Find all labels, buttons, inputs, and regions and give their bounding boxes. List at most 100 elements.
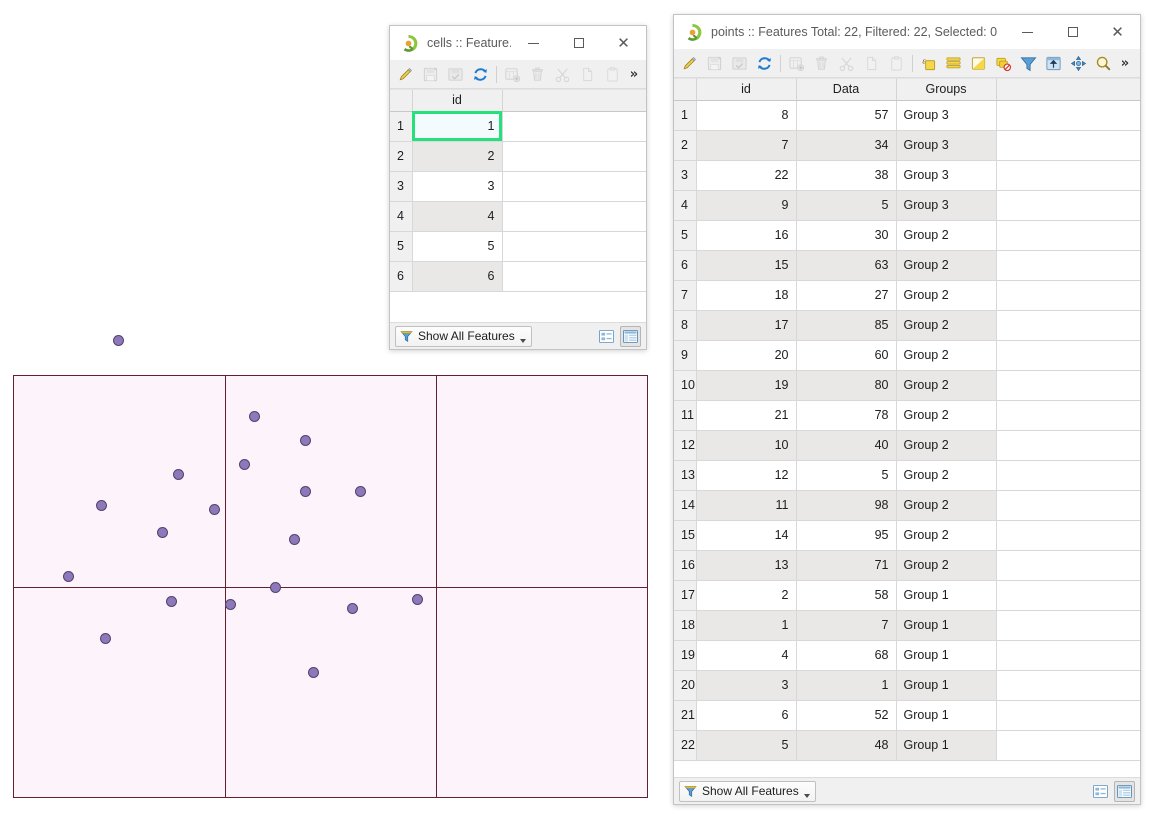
cell-id[interactable]: 4 <box>412 201 503 232</box>
map-point[interactable] <box>269 581 281 593</box>
table-view-icon[interactable] <box>1114 780 1135 802</box>
maximize-icon[interactable] <box>1050 15 1095 49</box>
map-point[interactable] <box>299 434 311 446</box>
map-point[interactable] <box>411 593 423 605</box>
cell-data[interactable]: 78 <box>796 400 897 431</box>
cell-id[interactable]: 2 <box>412 141 503 172</box>
delete-selected-icon[interactable] <box>525 62 550 87</box>
cell-data[interactable]: 7 <box>796 610 897 641</box>
cut-features-icon[interactable] <box>834 51 859 76</box>
cell-id[interactable]: 13 <box>696 550 797 581</box>
map-point[interactable] <box>354 485 366 497</box>
row-number[interactable]: 6 <box>390 261 413 292</box>
cell-groups[interactable]: Group 2 <box>896 220 997 251</box>
move-selection-to-top-icon[interactable] <box>1041 51 1066 76</box>
cell-id[interactable]: 3 <box>412 171 503 202</box>
map-point[interactable] <box>238 458 250 470</box>
table-row[interactable]: 5 16 30 Group 2 <box>674 220 1140 251</box>
reload-table-icon[interactable] <box>468 62 493 87</box>
row-number[interactable]: 18 <box>674 610 697 641</box>
deselect-all-icon[interactable] <box>991 51 1016 76</box>
cell-id[interactable]: 20 <box>696 340 797 371</box>
form-view-icon[interactable] <box>1090 781 1111 802</box>
save-edits-icon[interactable] <box>702 51 727 76</box>
row-number[interactable]: 5 <box>390 231 413 262</box>
row-number[interactable]: 22 <box>674 730 697 761</box>
table-row[interactable]: 22 <box>390 141 646 172</box>
cell-data[interactable]: 1 <box>796 670 897 701</box>
points-window-titlebar[interactable]: points :: Features Total: 22, Filtered: … <box>674 15 1140 49</box>
cells-toolbar[interactable]: » <box>390 60 646 89</box>
cell-data[interactable]: 98 <box>796 490 897 521</box>
map-point[interactable] <box>224 598 236 610</box>
table-row[interactable]: 19 4 68 Group 1 <box>674 640 1140 671</box>
table-row[interactable]: 11 <box>390 111 646 142</box>
grid-cell[interactable] <box>13 375 226 588</box>
points-table-container[interactable]: id Data Groups 1 8 57 Group 3 2 7 34 Group 3 3 22… <box>674 78 1140 777</box>
row-number[interactable]: 13 <box>674 460 697 491</box>
cell-id[interactable]: 15 <box>696 250 797 281</box>
save-layer-edits-icon[interactable] <box>443 62 468 87</box>
row-number[interactable]: 11 <box>674 400 697 431</box>
map-point[interactable] <box>165 595 177 607</box>
cell-data[interactable]: 68 <box>796 640 897 671</box>
grid-cell[interactable] <box>225 375 437 588</box>
column-header-id[interactable]: id <box>412 90 503 112</box>
cell-id[interactable]: 7 <box>696 130 797 161</box>
cell-groups[interactable]: Group 1 <box>896 610 997 641</box>
cell-groups[interactable]: Group 2 <box>896 370 997 401</box>
grid-cell[interactable] <box>13 587 226 798</box>
paste-features-icon[interactable] <box>884 51 909 76</box>
cell-data[interactable]: 48 <box>796 730 897 761</box>
cell-data[interactable]: 80 <box>796 370 897 401</box>
cell-id[interactable]: 10 <box>696 430 797 461</box>
row-number[interactable]: 3 <box>674 160 697 191</box>
cut-features-icon[interactable] <box>550 62 575 87</box>
row-number[interactable]: 2 <box>390 141 413 172</box>
save-edits-icon[interactable] <box>418 62 443 87</box>
cell-groups[interactable]: Group 2 <box>896 520 997 551</box>
cell-id[interactable]: 5 <box>412 231 503 262</box>
table-row[interactable]: 7 18 27 Group 2 <box>674 280 1140 311</box>
map-point[interactable] <box>208 503 220 515</box>
table-view-icon[interactable] <box>620 325 641 347</box>
cell-id[interactable]: 5 <box>696 730 797 761</box>
column-header-id[interactable]: id <box>696 79 797 101</box>
table-row[interactable]: 6 15 63 Group 2 <box>674 250 1140 281</box>
chevron-down-icon[interactable] <box>803 793 810 798</box>
row-number[interactable]: 9 <box>674 340 697 371</box>
cell-id[interactable]: 9 <box>696 190 797 221</box>
cell-groups[interactable]: Group 3 <box>896 130 997 161</box>
table-row[interactable]: 12 10 40 Group 2 <box>674 430 1140 461</box>
row-number[interactable]: 12 <box>674 430 697 461</box>
map-point[interactable] <box>156 526 168 538</box>
copy-features-icon[interactable] <box>859 51 884 76</box>
map-point[interactable] <box>95 499 107 511</box>
table-row[interactable]: 11 21 78 Group 2 <box>674 400 1140 431</box>
row-number[interactable]: 2 <box>674 130 697 161</box>
cell-groups[interactable]: Group 1 <box>896 670 997 701</box>
row-number[interactable]: 8 <box>674 310 697 341</box>
map-point[interactable] <box>307 666 319 678</box>
row-number[interactable]: 3 <box>390 171 413 202</box>
points-attribute-table-window[interactable]: points :: Features Total: 22, Filtered: … <box>673 14 1141 805</box>
add-feature-icon[interactable] <box>784 51 809 76</box>
map-point[interactable] <box>248 410 260 422</box>
minimize-icon[interactable] <box>1005 15 1050 49</box>
grid-cell[interactable] <box>225 587 437 798</box>
table-row[interactable]: 4 9 5 Group 3 <box>674 190 1140 221</box>
cell-data[interactable]: 63 <box>796 250 897 281</box>
row-number[interactable]: 15 <box>674 520 697 551</box>
row-number[interactable]: 16 <box>674 550 697 581</box>
toggle-editing-icon[interactable] <box>677 51 702 76</box>
cell-id[interactable]: 21 <box>696 400 797 431</box>
row-number[interactable]: 21 <box>674 700 697 731</box>
cell-id[interactable]: 3 <box>696 670 797 701</box>
cell-data[interactable]: 95 <box>796 520 897 551</box>
cell-data[interactable]: 58 <box>796 580 897 611</box>
points-show-all-features-button[interactable]: Show All Features <box>679 780 816 802</box>
table-row[interactable]: 17 2 58 Group 1 <box>674 580 1140 611</box>
copy-features-icon[interactable] <box>575 62 600 87</box>
row-number[interactable]: 17 <box>674 580 697 611</box>
cell-id[interactable]: 1 <box>412 111 503 142</box>
